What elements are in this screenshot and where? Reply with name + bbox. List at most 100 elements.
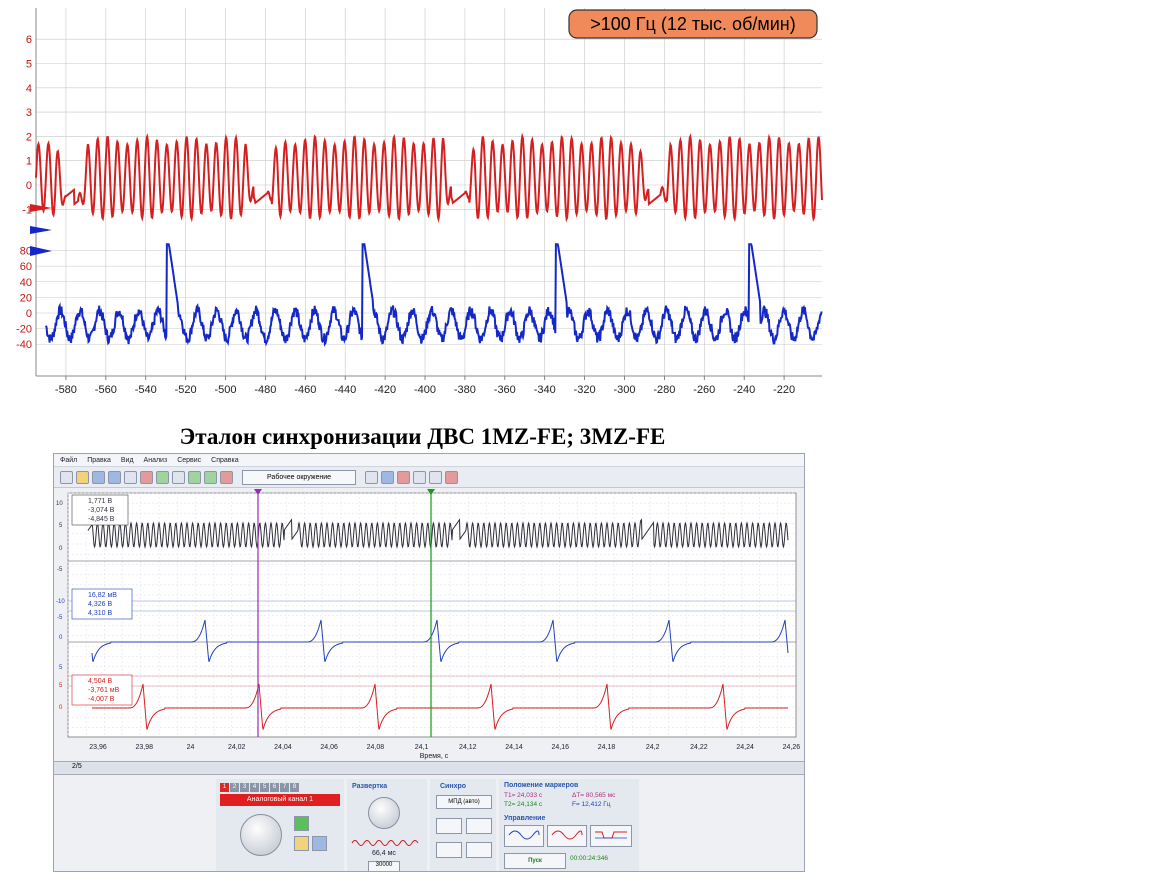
channel-tab-3[interactable]: 3	[240, 783, 249, 792]
mode-auto-button[interactable]	[590, 825, 632, 847]
voltage-knob[interactable]	[240, 814, 282, 856]
sync-rise-button[interactable]	[436, 818, 462, 834]
plot-x-tick-label: 24,14	[505, 744, 523, 751]
zoom-icon[interactable]	[188, 470, 201, 484]
horizontal-scrollbar[interactable]: 2/5	[54, 761, 804, 775]
print-icon[interactable]	[124, 470, 137, 484]
plot-x-tick-label: 24	[187, 744, 195, 751]
svg-text:5: 5	[59, 665, 63, 671]
channel-tab-8[interactable]: 8	[290, 783, 299, 792]
sync-delay-button[interactable]	[466, 842, 492, 858]
svg-text:1,771 В: 1,771 В	[88, 498, 112, 505]
plot-x-tick-label: 24,04	[274, 744, 292, 751]
channel-tab-4[interactable]: 4	[250, 783, 259, 792]
plot-x-tick-label: 24,24	[736, 744, 754, 751]
oscilloscope-window: Файл Правка Вид Анализ Сервис Справка Ра…	[53, 453, 805, 872]
blue-tick-label: -20	[16, 324, 32, 336]
menu-analysis[interactable]: Анализ	[144, 457, 168, 464]
svg-text:5: 5	[59, 683, 63, 689]
export-icon[interactable]	[413, 470, 427, 484]
channel-tab-5[interactable]: 5	[260, 783, 269, 792]
plot-x-axis-label: Время, с	[420, 753, 449, 760]
menu-service[interactable]: Сервис	[177, 457, 201, 464]
svg-text:4,310 В: 4,310 В	[88, 610, 112, 617]
play-button[interactable]	[294, 836, 309, 851]
channel-tab-1[interactable]: 1	[220, 783, 229, 792]
svg-text:16,82 мВ: 16,82 мВ	[88, 592, 117, 599]
new-file-icon[interactable]	[60, 470, 73, 484]
svg-text:5: 5	[59, 523, 63, 529]
chart-icon[interactable]	[381, 470, 395, 484]
plot-x-tick-label: 24,16	[552, 744, 570, 751]
red-tick-label: 2	[26, 131, 32, 143]
channel-3-y-ticks: 5 0	[59, 683, 63, 711]
grid-red-icon[interactable]	[140, 470, 153, 484]
sync-mode-select[interactable]: МПД (авто)	[436, 795, 492, 809]
menu-view[interactable]: Вид	[121, 457, 134, 464]
mode-single-button[interactable]	[504, 825, 544, 847]
x-tick-label: -500	[215, 384, 237, 396]
x-tick-label: -540	[135, 384, 157, 396]
blue-tick-label: 40	[20, 277, 32, 289]
svg-text:10: 10	[56, 501, 63, 507]
plot-x-tick-label: 24,2	[646, 744, 660, 751]
channel-tab-2[interactable]: 2	[230, 783, 239, 792]
sync-level-button[interactable]	[436, 842, 462, 858]
record-icon[interactable]	[220, 470, 233, 484]
channel-tab-6[interactable]: 6	[270, 783, 279, 792]
sweep-count-field[interactable]: 30000	[368, 861, 400, 871]
settings-icon[interactable]	[204, 470, 217, 484]
menu-help[interactable]: Справка	[211, 457, 238, 464]
layout-icon[interactable]	[445, 470, 459, 484]
eraser-icon[interactable]	[397, 470, 411, 484]
channel-name: Аналоговый канал 1	[220, 794, 340, 806]
sweep-value: 66,4 мс	[372, 850, 396, 857]
sync-title: Синхро	[440, 783, 467, 790]
menu-file[interactable]: Файл	[60, 457, 77, 464]
svg-text:-4,845 В: -4,845 В	[88, 516, 115, 523]
plot-x-tick-label: 24,12	[459, 744, 477, 751]
start-button[interactable]: Пуск	[504, 853, 566, 869]
save-snapshot-button[interactable]	[312, 836, 327, 851]
open-folder-icon[interactable]	[76, 470, 89, 484]
mode-normal-button[interactable]	[547, 825, 587, 847]
x-tick-label: -480	[254, 384, 276, 396]
sweep-title: Развертка	[352, 783, 388, 790]
refresh-icon[interactable]	[365, 470, 379, 484]
x-tick-label: -280	[653, 384, 675, 396]
top-chart: 6543210-1 806040200-20-40 -580 -560 -540 -5…	[16, 8, 823, 396]
save-as-icon[interactable]	[108, 470, 121, 484]
grid-green-icon[interactable]	[156, 470, 169, 484]
x-tick-label: -560	[95, 384, 117, 396]
plot-x-tick-label: 24,08	[367, 744, 385, 751]
sweep-knob[interactable]	[368, 797, 400, 829]
marker-t2-value: T2= 24,134 с	[504, 801, 543, 808]
plot-x-tick-label: 24,18	[598, 744, 616, 751]
red-tick-label: 6	[26, 34, 32, 46]
plot-x-tick-label: 23,98	[136, 744, 154, 751]
sweep-wave-icon	[351, 840, 419, 846]
svg-text:-3,761 мВ: -3,761 мВ	[88, 687, 120, 694]
sync-fall-button[interactable]	[466, 818, 492, 834]
x-tick-label: -360	[494, 384, 516, 396]
power-button[interactable]	[294, 816, 309, 831]
svg-text:4,504 В: 4,504 В	[88, 678, 112, 685]
plot-x-axis-ticks: 23,96 23,98 24 24,02 24,04 24,06 24,08 24,1 24,1…	[89, 744, 800, 751]
environment-button[interactable]: Рабочее окружение	[242, 469, 357, 485]
red-tick-label: 0	[26, 180, 32, 192]
marker-delta-value: ΔT= 80,565 мс	[572, 792, 616, 799]
page-indicator: 2/5	[72, 763, 82, 770]
plot-x-tick-label: 24,02	[228, 744, 246, 751]
channel-tab-7[interactable]: 7	[280, 783, 289, 792]
frequency-badge: >100 Гц (12 тыс. об/мин)	[568, 9, 818, 39]
link-icon[interactable]	[172, 470, 185, 484]
svg-text:-5: -5	[57, 615, 63, 621]
svg-text:-10: -10	[56, 599, 65, 605]
save-icon[interactable]	[92, 470, 105, 484]
table-icon[interactable]	[429, 470, 443, 484]
svg-text:0: 0	[59, 546, 63, 552]
x-tick-label: -440	[334, 384, 356, 396]
menu-edit[interactable]: Правка	[87, 457, 111, 464]
channel-tabs: 1 2 3 4 5 6 7 8	[220, 783, 299, 792]
x-tick-label: -340	[534, 384, 556, 396]
